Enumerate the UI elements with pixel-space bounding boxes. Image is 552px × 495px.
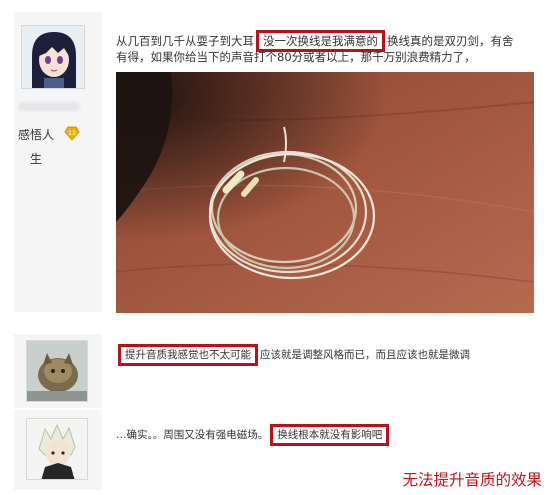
caption-annotation: 无法提升音质的效果 [402,471,542,489]
post-text: 从几百到几千从耍子到大耳 [116,34,254,48]
username-blurred[interactable] [18,102,80,111]
post-photo-earphone-cable[interactable] [116,72,534,313]
post-text: 换线真的是双刃剑，有舍 [387,34,514,48]
cat-photo-avatar-icon [27,341,87,401]
user-rank-label: 感悟人 [18,128,55,142]
avatar[interactable] [26,340,88,402]
post-text-line: 提升音质我感觉也不太可能 应该就是调整风格而已，而且应该也就是微调 [116,344,470,366]
level-number: 11 [68,129,76,137]
avatar[interactable] [21,25,85,89]
post-text: 应该就是调整风格而已，而且应该也就是微调 [260,349,470,361]
avatar[interactable] [26,418,88,480]
highlight-box: 提升音质我感觉也不太可能 [118,344,258,366]
post-text: …确实。。周围又没有强电磁场。 [116,429,269,441]
anime-boy-avatar-icon [27,419,87,479]
earphone-cable-image-icon [116,72,534,313]
post-text-line: …确实。。周围又没有强电磁场。 换线根本就没有影响吧 [116,424,391,446]
user-rank-label-cont: 生 [30,152,43,166]
level-badge-icon: 11 [64,126,80,141]
highlight-box: 换线根本就没有影响吧 [270,424,390,446]
anime-girl-avatar-icon [22,26,84,88]
post-text-line: 有得，如果你给当下的声音打个80分或者以上，那千万别浪费精力了， [116,50,476,64]
